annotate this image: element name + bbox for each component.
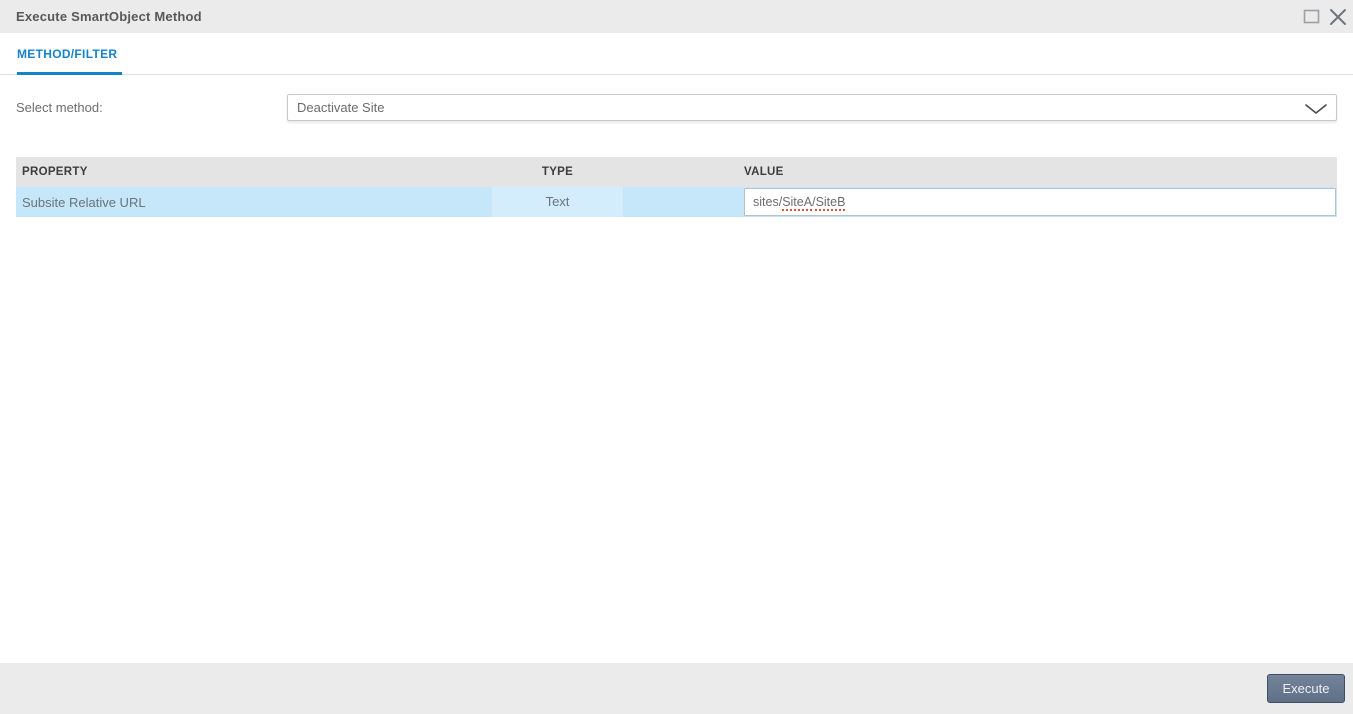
tab-bar: METHOD/FILTER	[0, 33, 1353, 75]
execute-button[interactable]: Execute	[1267, 674, 1345, 703]
method-dropdown[interactable]: Deactivate Site	[287, 94, 1337, 121]
maximize-window-icon[interactable]	[1303, 9, 1320, 24]
value-text-misspelled: SiteA	[782, 195, 813, 209]
method-dropdown-value: Deactivate Site	[297, 100, 385, 115]
table-header-row: PROPERTY TYPE VALUE	[16, 157, 1337, 187]
dialog-title: Execute SmartObject Method	[16, 9, 202, 24]
type-cell: Text	[492, 187, 623, 217]
value-text-misspelled: SiteB	[815, 195, 846, 209]
value-input[interactable]: sites/SiteA/SiteB	[744, 188, 1336, 216]
value-text-segment: sites/	[753, 195, 783, 209]
window-controls	[1303, 0, 1347, 33]
dialog-footer: Execute	[0, 663, 1353, 714]
select-method-label: Select method:	[16, 100, 103, 115]
property-cell: Subsite Relative URL	[22, 194, 146, 210]
close-icon[interactable]	[1329, 8, 1347, 26]
table-row[interactable]: Subsite Relative URL Text sites/SiteA/Si…	[16, 187, 1337, 217]
dialog-titlebar: Execute SmartObject Method	[0, 0, 1353, 33]
execute-smartobject-dialog: Execute SmartObject Method METHOD/FILTER…	[0, 0, 1353, 714]
column-header-property: PROPERTY	[22, 166, 88, 178]
column-header-value: VALUE	[744, 166, 784, 178]
properties-table: PROPERTY TYPE VALUE Subsite Relative URL…	[16, 157, 1337, 217]
value-cell: sites/SiteA/SiteB	[623, 188, 1337, 216]
tab-method-filter[interactable]: METHOD/FILTER	[17, 47, 123, 75]
column-header-type: TYPE	[541, 166, 574, 178]
chevron-down-icon	[1304, 102, 1328, 120]
